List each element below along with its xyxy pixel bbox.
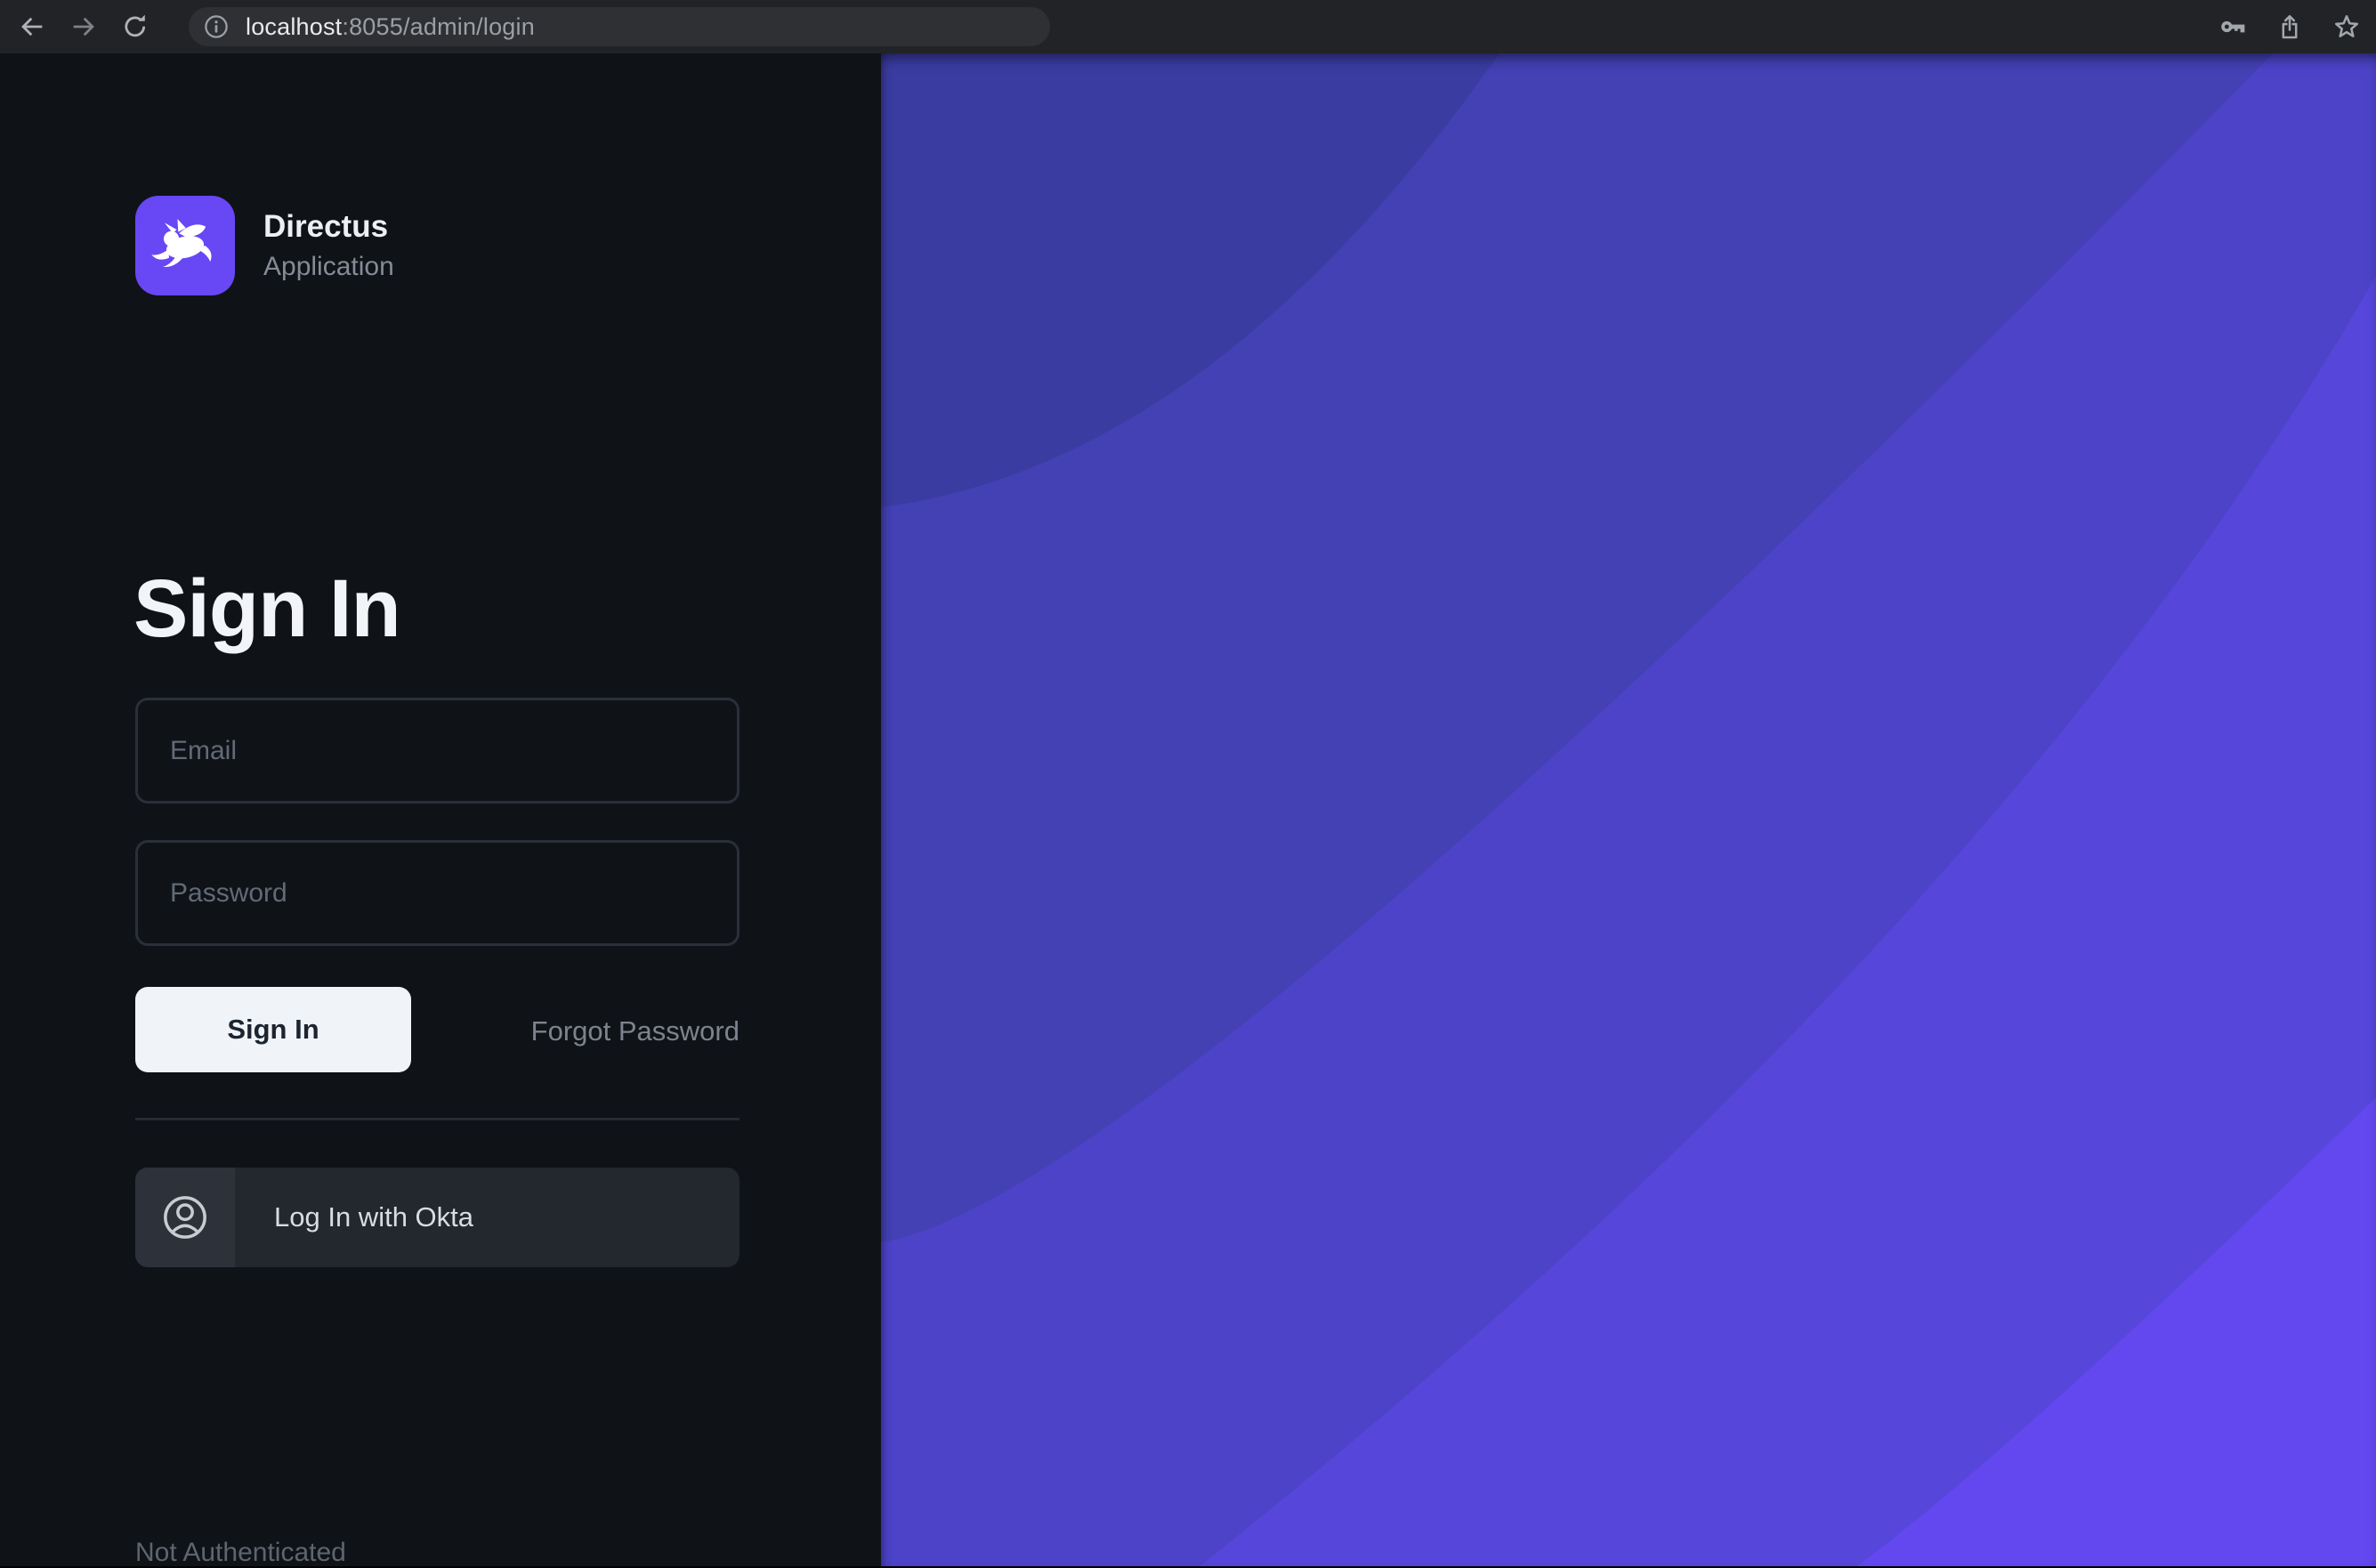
divider <box>135 1118 739 1120</box>
share-button[interactable] <box>2273 10 2307 44</box>
address-bar[interactable]: localhost:8055/admin/login <box>189 7 1050 46</box>
sign-in-button[interactable]: Sign In <box>135 987 411 1072</box>
auth-status: Not Authenticated <box>135 1538 346 1568</box>
artwork-shadow <box>881 53 2376 1566</box>
artwork-panel <box>881 53 2376 1566</box>
page-title: Sign In <box>133 568 400 650</box>
url-text: localhost:8055/admin/login <box>246 13 535 41</box>
bookmark-button[interactable] <box>2330 10 2364 44</box>
forward-button[interactable] <box>64 7 103 46</box>
email-input[interactable] <box>135 698 739 804</box>
directus-logo <box>135 196 235 295</box>
brand: Directus Application <box>135 196 394 295</box>
url-host: localhost <box>246 13 342 40</box>
login-panel: Directus Application Sign In Sign In For… <box>0 53 881 1566</box>
directus-rabbit-icon <box>142 203 228 288</box>
reload-icon <box>120 12 150 42</box>
forward-icon <box>69 12 99 42</box>
account-circle-icon <box>160 1192 210 1242</box>
reload-button[interactable] <box>116 7 155 46</box>
password-input[interactable] <box>135 840 739 946</box>
password-key-button[interactable] <box>2216 10 2250 44</box>
sso-icon-cell <box>135 1168 235 1267</box>
forgot-password-link[interactable]: Forgot Password <box>409 1015 739 1047</box>
url-path: :8055/admin/login <box>342 13 535 40</box>
browser-toolbar: localhost:8055/admin/login <box>0 0 2376 53</box>
okta-login-button[interactable]: Log In with Okta <box>135 1168 739 1267</box>
key-icon <box>2218 12 2247 41</box>
back-button[interactable] <box>12 7 52 46</box>
brand-subtitle: Application <box>263 252 394 281</box>
star-icon <box>2332 12 2361 41</box>
brand-title: Directus <box>263 210 394 245</box>
share-icon <box>2275 12 2304 41</box>
back-icon <box>17 12 47 42</box>
info-icon[interactable] <box>203 13 230 40</box>
browser-window: localhost:8055/admin/login <box>0 0 2376 1566</box>
sso-label: Log In with Okta <box>274 1201 473 1233</box>
